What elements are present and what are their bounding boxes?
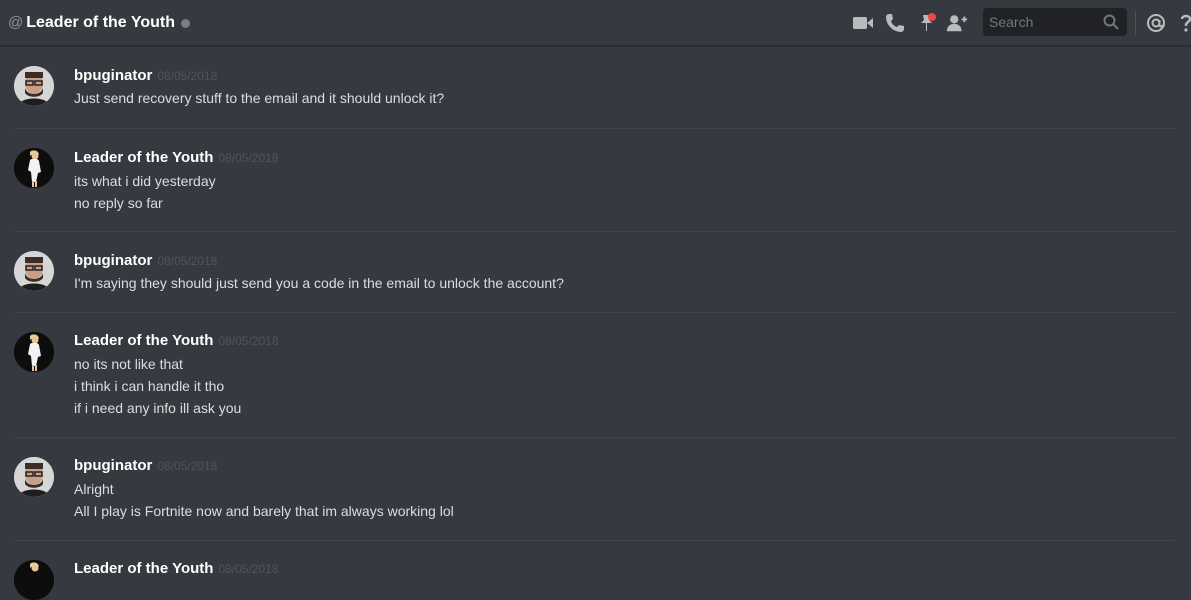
message-group: Leader of the Youth 08/05/2018 — [14, 541, 1174, 600]
message-author[interactable]: Leader of the Youth 08/05/2018 — [74, 560, 279, 577]
header-divider — [1135, 11, 1136, 35]
search-placeholder: Search — [989, 14, 1034, 30]
message-group: Leader of the Youth 08/05/2018 its what i… — [14, 129, 1174, 232]
message-text: I'm saying they should just send you a c… — [74, 275, 564, 291]
timestamp: 08/05/2018 — [218, 334, 279, 348]
message-group: bpuginator 08/05/2018 I'm saying they sho… — [14, 232, 1174, 313]
message-text: its what i did yesterday — [74, 173, 216, 189]
message-author[interactable]: bpuginator 08/05/2018 — [74, 252, 217, 269]
timestamp: 08/05/2018 — [157, 69, 218, 83]
message-text: no reply so far — [74, 195, 163, 211]
message-text: if i need any info ill ask you — [74, 400, 242, 416]
timestamp: 08/05/2018 — [157, 254, 218, 268]
avatar[interactable] — [14, 457, 54, 497]
message-author[interactable]: Leader of the Youth 08/05/2018 — [74, 149, 279, 166]
timestamp: 08/05/2018 — [157, 459, 218, 473]
message-group: bpuginator 08/05/2018 Just send recovery … — [14, 47, 1174, 129]
status-indicator — [180, 18, 190, 28]
at-icon: @ — [8, 14, 24, 31]
pin-icon[interactable] — [917, 12, 939, 34]
avatar[interactable] — [14, 332, 54, 372]
message-text: i think i can handle it tho — [74, 378, 225, 394]
message-group: Leader of the Youth 08/05/2018 no its not… — [14, 313, 1174, 438]
mention-icon[interactable] — [1145, 12, 1167, 34]
author-name[interactable]: Leader of the Youth — [74, 332, 213, 349]
page-title: Leader of the Youth — [26, 13, 175, 31]
author-name[interactable]: bpuginator — [74, 252, 152, 269]
author-name[interactable]: bpuginator — [74, 457, 152, 474]
channel-header: @ Leader of the Youth Search — [0, 0, 1191, 46]
author-name[interactable]: Leader of the Youth — [74, 560, 213, 577]
video-icon[interactable] — [852, 12, 874, 34]
message-author[interactable]: Leader of the Youth 08/05/2018 — [74, 332, 279, 349]
avatar[interactable] — [14, 148, 54, 188]
search-input[interactable]: Search — [983, 8, 1127, 36]
message-author[interactable]: bpuginator 08/05/2018 — [74, 457, 217, 474]
author-name[interactable]: bpuginator — [74, 67, 152, 84]
avatar[interactable] — [14, 560, 54, 600]
message-text: Just send recovery stuff to the email an… — [74, 90, 445, 106]
message-group: bpuginator 08/05/2018 Alright All I play … — [14, 438, 1174, 541]
message-text: no its not like that — [74, 356, 183, 372]
notification-badge — [928, 13, 936, 21]
add-friend-icon[interactable] — [946, 12, 968, 34]
message-text: All I play is Fortnite now and barely th… — [74, 503, 454, 519]
timestamp: 08/05/2018 — [218, 151, 279, 165]
help-icon[interactable] — [1175, 12, 1191, 34]
message-author[interactable]: bpuginator 08/05/2018 — [74, 67, 217, 84]
message-text: Alright — [74, 481, 114, 497]
search-icon — [1103, 14, 1119, 33]
timestamp: 08/05/2018 — [218, 562, 279, 576]
phone-icon[interactable] — [884, 12, 906, 34]
author-name[interactable]: Leader of the Youth — [74, 149, 213, 166]
avatar[interactable] — [14, 66, 54, 106]
avatar[interactable] — [14, 251, 54, 291]
message-list: bpuginator 08/05/2018 Just send recovery … — [0, 47, 1191, 600]
